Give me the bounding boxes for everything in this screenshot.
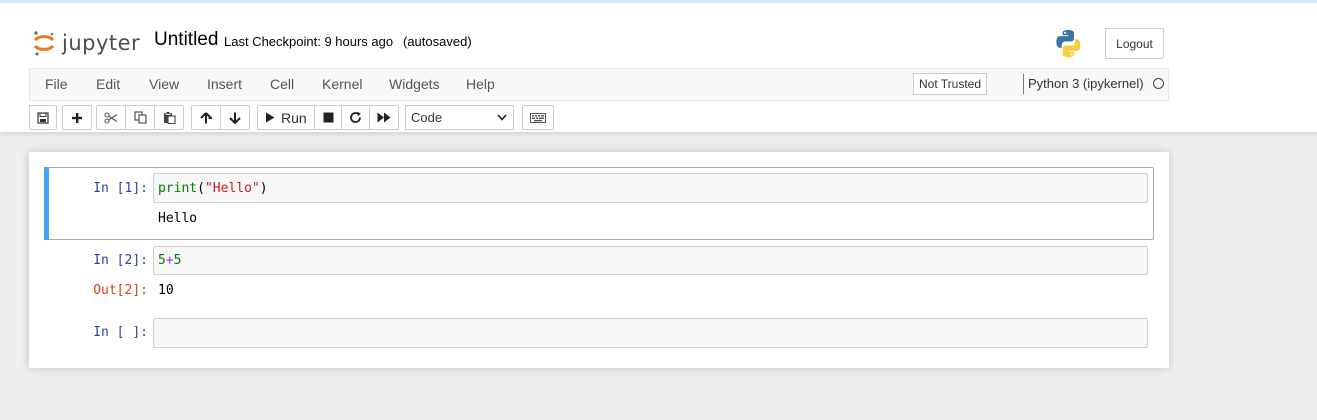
arrow-down-icon xyxy=(229,112,241,124)
paste-button[interactable] xyxy=(154,105,184,130)
restart-run-all-button[interactable] xyxy=(369,105,399,130)
notebook-title[interactable]: Untitled xyxy=(154,29,218,51)
header: jupyter Untitled Last Checkpoint: 9 hour… xyxy=(0,3,1317,132)
code-token: 5 xyxy=(173,253,182,268)
menu-edit[interactable]: Edit xyxy=(96,76,120,92)
code-token: ) xyxy=(259,180,268,196)
code-token: 5 xyxy=(158,253,166,268)
cell-type-select[interactable]: Code xyxy=(405,105,514,130)
checkpoint-status: Last Checkpoint: 9 hours ago xyxy=(224,34,394,49)
code-token: ( xyxy=(197,180,205,196)
menubar: File Edit View Insert Cell Kernel Widget… xyxy=(29,68,1169,101)
cell-output: Hello xyxy=(158,211,198,226)
play-icon xyxy=(266,112,275,123)
trust-status-button[interactable]: Not Trusted xyxy=(913,73,988,95)
run-button[interactable]: Run xyxy=(257,105,315,130)
notebook-container: In [1]: print("Hello") Hello In [2]: 5 +5… xyxy=(29,152,1169,368)
interrupt-button[interactable] xyxy=(314,105,342,130)
cell-type-value: Code xyxy=(411,110,443,125)
autosave-status: (autosaved) xyxy=(403,34,472,49)
jupyter-logo[interactable]: jupyter xyxy=(32,29,140,57)
cut-button[interactable] xyxy=(96,105,126,130)
run-button-label: Run xyxy=(281,109,307,126)
code-token: "Hello" xyxy=(204,180,260,196)
chevron-down-icon xyxy=(497,114,507,121)
code-input[interactable]: 5 +5 xyxy=(153,246,1148,275)
jupyter-logo-icon xyxy=(33,31,55,56)
kernel-idle-icon xyxy=(1153,78,1164,89)
code-input[interactable] xyxy=(153,318,1148,348)
paste-icon xyxy=(163,111,176,124)
code-input[interactable]: print("Hello") xyxy=(153,173,1148,203)
menu-widgets[interactable]: Widgets xyxy=(389,76,440,92)
restart-button[interactable] xyxy=(341,105,370,130)
input-prompt: In [2]: xyxy=(93,253,148,268)
save-icon xyxy=(37,111,49,124)
keyboard-icon xyxy=(530,112,546,123)
move-up-button[interactable] xyxy=(191,105,221,130)
fast-forward-icon xyxy=(377,112,391,123)
code-token: print xyxy=(158,180,198,196)
logout-button[interactable]: Logout xyxy=(1105,28,1164,59)
menu-file[interactable]: File xyxy=(45,76,68,92)
selected-cell-indicator xyxy=(44,167,49,240)
copy-button[interactable] xyxy=(125,105,155,130)
code-token: + xyxy=(165,253,174,268)
save-button[interactable] xyxy=(29,105,57,130)
input-prompt: In [1]: xyxy=(93,181,148,196)
menu-view[interactable]: View xyxy=(149,76,179,92)
menu-kernel[interactable]: Kernel xyxy=(322,76,362,92)
menu-help[interactable]: Help xyxy=(466,76,495,92)
command-palette-button[interactable] xyxy=(522,105,554,130)
input-prompt: In [ ]: xyxy=(93,325,148,340)
logo-text: jupyter xyxy=(62,31,141,55)
move-down-button[interactable] xyxy=(220,105,250,130)
insert-cell-button[interactable] xyxy=(62,105,92,130)
restart-icon xyxy=(350,111,361,123)
arrow-up-icon xyxy=(200,111,212,123)
menu-cell[interactable]: Cell xyxy=(270,76,294,92)
scissors-icon xyxy=(104,111,118,124)
kernel-separator xyxy=(1023,74,1024,94)
stop-icon xyxy=(323,112,333,123)
python-logo-icon xyxy=(1056,29,1081,58)
cell-output: 10 xyxy=(158,283,174,298)
output-prompt: Out[2]: xyxy=(93,283,148,298)
kernel-name[interactable]: Python 3 (ipykernel) xyxy=(1028,76,1144,91)
plus-icon xyxy=(72,112,82,123)
menu-insert[interactable]: Insert xyxy=(207,76,242,92)
copy-icon xyxy=(133,111,147,124)
